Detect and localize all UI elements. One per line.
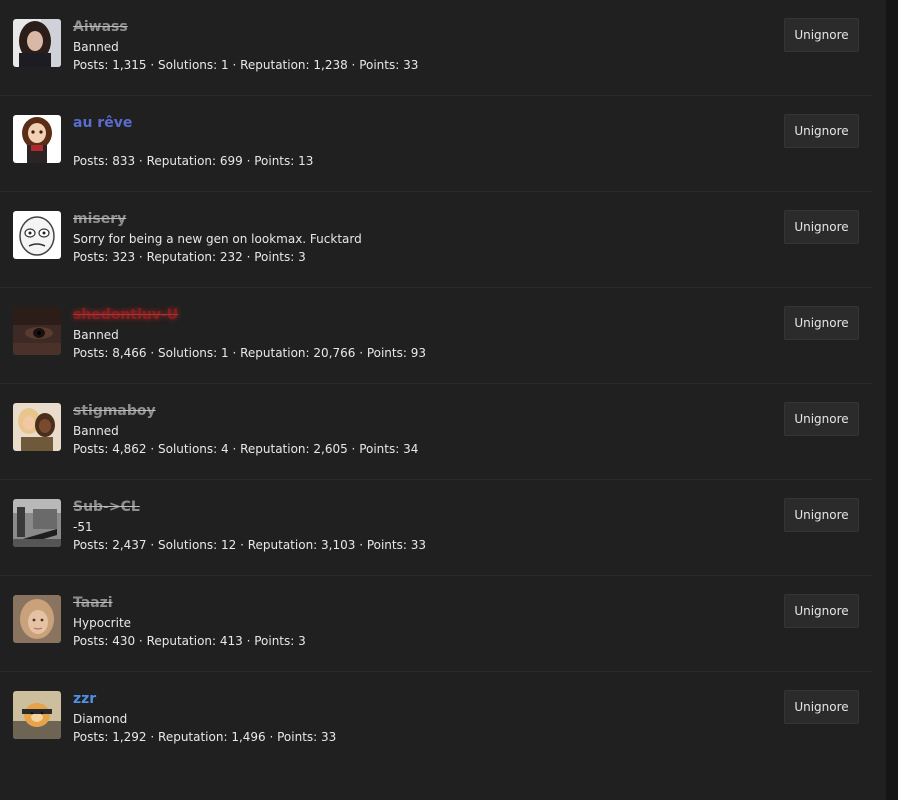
unignore-button[interactable]: Unignore	[784, 594, 859, 628]
username-link[interactable]: au rêve	[73, 112, 752, 134]
user-title	[73, 134, 752, 152]
member-info: misery Sorry for being a new gen on look…	[73, 208, 752, 266]
ignored-members-list: Aiwass Banned Posts: 1,315 · Solutions: …	[0, 0, 872, 768]
avatar[interactable]	[13, 19, 61, 67]
user-title: Diamond	[73, 712, 128, 726]
member-row: Aiwass Banned Posts: 1,315 · Solutions: …	[0, 0, 872, 96]
unignore-button[interactable]: Unignore	[784, 498, 859, 532]
user-stats: Posts: 2,437 · Solutions: 12 · Reputatio…	[73, 538, 426, 552]
unignore-button[interactable]: Unignore	[784, 210, 859, 244]
user-stats: Posts: 4,862 · Solutions: 4 · Reputation…	[73, 442, 419, 456]
avatar[interactable]	[13, 115, 61, 163]
member-row: Taazi Hypocrite Posts: 430 · Reputation:…	[0, 576, 872, 672]
user-title: Hypocrite	[73, 616, 132, 630]
member-info: Taazi Hypocrite Posts: 430 · Reputation:…	[73, 592, 752, 650]
side-rail	[886, 0, 898, 800]
unignore-button[interactable]: Unignore	[784, 306, 859, 340]
unignore-button[interactable]: Unignore	[784, 690, 859, 724]
user-stats: Posts: 323 · Reputation: 232 · Points: 3	[73, 250, 306, 264]
username-link[interactable]: Aiwass	[73, 16, 752, 38]
avatar[interactable]	[13, 691, 61, 739]
user-stats: Posts: 1,292 · Reputation: 1,496 · Point…	[73, 730, 337, 744]
member-info: stigmaboy Banned Posts: 4,862 · Solution…	[73, 400, 752, 458]
unignore-button[interactable]: Unignore	[784, 114, 859, 148]
user-stats: Posts: 430 · Reputation: 413 · Points: 3	[73, 634, 306, 648]
member-info: Aiwass Banned Posts: 1,315 · Solutions: …	[73, 16, 752, 74]
member-info: Sub->CL -51 Posts: 2,437 · Solutions: 12…	[73, 496, 752, 554]
member-info: au rêve Posts: 833 · Reputation: 699 · P…	[73, 112, 752, 170]
avatar[interactable]	[13, 595, 61, 643]
user-title: -51	[73, 520, 93, 534]
user-stats: Posts: 1,315 · Solutions: 1 · Reputation…	[73, 58, 419, 72]
username-link[interactable]: Sub->CL	[73, 496, 752, 518]
username-link[interactable]: zzr	[73, 688, 752, 710]
unignore-button[interactable]: Unignore	[784, 18, 859, 52]
ignored-members-page: Aiwass Banned Posts: 1,315 · Solutions: …	[0, 0, 898, 800]
username-link[interactable]: shedontluv-U	[73, 304, 752, 326]
user-title: Banned	[73, 328, 119, 342]
member-info: shedontluv-U Banned Posts: 8,466 · Solut…	[73, 304, 752, 362]
username-link[interactable]: Taazi	[73, 592, 752, 614]
member-row: au rêve Posts: 833 · Reputation: 699 · P…	[0, 96, 872, 192]
user-title: Banned	[73, 424, 119, 438]
user-stats: Posts: 833 · Reputation: 699 · Points: 1…	[73, 154, 314, 168]
member-row: shedontluv-U Banned Posts: 8,466 · Solut…	[0, 288, 872, 384]
user-stats: Posts: 8,466 · Solutions: 1 · Reputation…	[73, 346, 426, 360]
username-link[interactable]: misery	[73, 208, 752, 230]
avatar[interactable]	[13, 211, 61, 259]
member-row: zzr Diamond Posts: 1,292 · Reputation: 1…	[0, 672, 872, 768]
member-row: misery Sorry for being a new gen on look…	[0, 192, 872, 288]
user-title: Banned	[73, 40, 119, 54]
member-row: Sub->CL -51 Posts: 2,437 · Solutions: 12…	[0, 480, 872, 576]
member-info: zzr Diamond Posts: 1,292 · Reputation: 1…	[73, 688, 752, 746]
user-title: Sorry for being a new gen on lookmax. Fu…	[73, 232, 362, 246]
member-row: stigmaboy Banned Posts: 4,862 · Solution…	[0, 384, 872, 480]
username-link[interactable]: stigmaboy	[73, 400, 752, 422]
avatar[interactable]	[13, 307, 61, 355]
avatar[interactable]	[13, 403, 61, 451]
unignore-button[interactable]: Unignore	[784, 402, 859, 436]
avatar[interactable]	[13, 499, 61, 547]
